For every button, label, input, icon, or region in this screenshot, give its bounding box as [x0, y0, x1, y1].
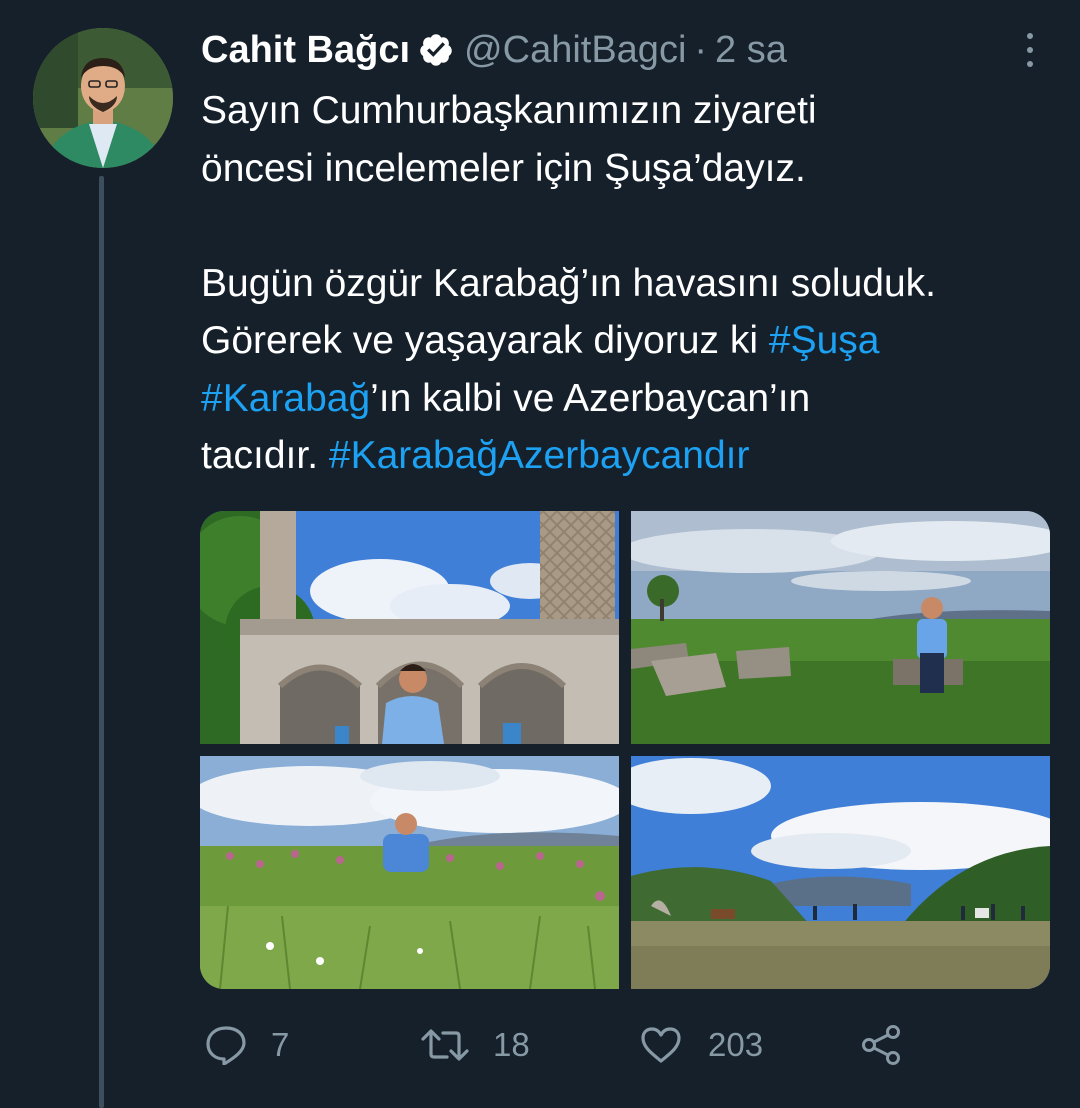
- verified-badge-icon: [420, 34, 452, 66]
- action-bar: 7 18 203: [205, 1022, 925, 1068]
- author-name[interactable]: Cahit Bağcı: [201, 29, 410, 72]
- like-icon: [641, 1027, 681, 1063]
- tweet-text-segment: Bugün özgür Karabağ’ın havasını soluduk.: [201, 261, 937, 305]
- share-button[interactable]: [860, 1022, 902, 1068]
- tweet-text-line: #Karabağ’ın kalbi ve Azerbaycan’ın: [201, 370, 1061, 428]
- tweet-text-line: tacıdır. #KarabağAzerbaycandır: [201, 427, 1061, 485]
- header-separator: ·: [694, 28, 708, 71]
- tweet-text-line: Görerek ve yaşayarak diyoruz ki #Şuşa: [201, 312, 1061, 370]
- photo-wildflowers[interactable]: [200, 756, 619, 989]
- photo-mosque[interactable]: [200, 511, 619, 744]
- media-grid: [200, 511, 1050, 989]
- tweet-text-line: [201, 197, 1061, 255]
- tweet-text-segment: tacıdır.: [201, 434, 329, 477]
- tweet-text: Sayın Cumhurbaşkanımızın ziyareti öncesi …: [201, 82, 1061, 485]
- tweet-header: Cahit Bağcı @CahitBagci · 2 sa: [201, 26, 1040, 74]
- photo-meadow-sitting[interactable]: [631, 511, 1050, 744]
- like-count: 203: [708, 1026, 764, 1063]
- reply-button[interactable]: 7: [205, 1022, 289, 1068]
- tweet-timestamp[interactable]: 2 sa: [715, 29, 787, 72]
- reply-icon: [206, 1026, 246, 1065]
- tweet-text-line: Bugün özgür Karabağ’ın havasını soluduk.: [201, 255, 1061, 313]
- like-button[interactable]: 203: [640, 1022, 763, 1068]
- author-avatar[interactable]: [33, 28, 173, 168]
- thread-line: [99, 176, 104, 1108]
- tweet-text-line: öncesi incelemeler için Şuşa’dayız.: [201, 140, 1061, 198]
- hashtag-link[interactable]: #Şuşa: [769, 319, 880, 362]
- retweet-icon: [421, 1029, 469, 1061]
- more-options-icon[interactable]: [1020, 30, 1040, 70]
- tweet-text-segment: ’ın kalbi ve Azerbaycan’ın: [370, 376, 811, 420]
- author-handle[interactable]: @CahitBagci: [464, 29, 686, 72]
- hashtag-link[interactable]: #Karabağ: [201, 377, 370, 420]
- tweet-text-segment: Sayın Cumhurbaşkanımızın ziyareti: [201, 89, 817, 132]
- retweet-count: 18: [493, 1026, 530, 1063]
- reply-count: 7: [271, 1026, 290, 1063]
- tweet-text-segment: öncesi incelemeler için Şuşa’dayız.: [201, 146, 806, 190]
- avatar-photo: [33, 28, 173, 168]
- photo-valley[interactable]: [631, 756, 1050, 989]
- share-icon: [862, 1025, 900, 1065]
- tweet-text-line: Sayın Cumhurbaşkanımızın ziyareti: [201, 82, 1061, 140]
- hashtag-link[interactable]: #KarabağAzerbaycandır: [329, 434, 750, 477]
- tweet-text-segment: Görerek ve yaşayarak diyoruz ki: [201, 319, 769, 362]
- retweet-button[interactable]: 18: [421, 1022, 530, 1068]
